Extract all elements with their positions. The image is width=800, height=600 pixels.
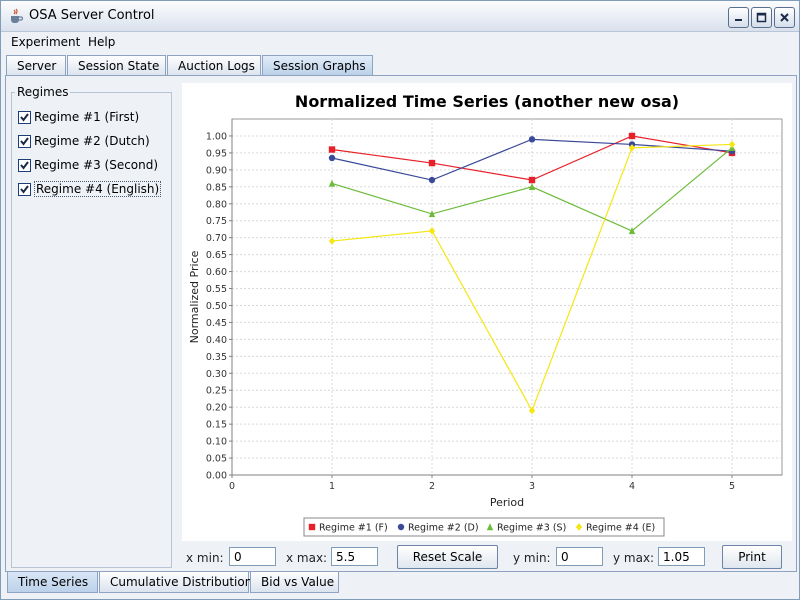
y-tick-label: 0.40 bbox=[206, 335, 227, 346]
main-window: OSA Server Control Experiment Help Serve… bbox=[0, 0, 800, 600]
legend-label-2: Regime #2 (D) bbox=[408, 523, 479, 534]
ymax-input[interactable] bbox=[658, 547, 705, 566]
tab-auction-logs-label: Auction Logs bbox=[178, 59, 255, 73]
maximize-icon bbox=[756, 12, 767, 23]
x-tick-label: 2 bbox=[429, 481, 435, 492]
y-tick-label: 0.35 bbox=[206, 352, 227, 363]
data-point-series-2 bbox=[328, 154, 336, 162]
x-tick-label: 3 bbox=[529, 481, 535, 492]
legend-marker-2 bbox=[397, 523, 405, 531]
tab-bid-vs-value[interactable]: Bid vs Value bbox=[250, 572, 339, 593]
tab-server[interactable]: Server bbox=[6, 55, 66, 76]
tab-session-state-label: Session State bbox=[78, 59, 160, 73]
regime-1-checkbox[interactable]: Regime #1 (First) bbox=[18, 109, 139, 125]
time-series-chart: 0.00 0.05 0.10 0.15 0.20 0.25 0.30 0.35 0.40 0.45… bbox=[188, 118, 783, 537]
menu-experiment-label: Experiment bbox=[11, 35, 81, 49]
x-axis-label: Period bbox=[490, 496, 524, 509]
ymin-label: y min: bbox=[513, 551, 551, 565]
y-tick-label: 0.65 bbox=[206, 250, 227, 261]
regime-4-checkbox[interactable]: Regime #4 (English) bbox=[18, 181, 162, 197]
x-tick-label: 1 bbox=[329, 481, 335, 492]
legend-label-1: Regime #1 (F) bbox=[319, 523, 388, 534]
chart-panel: Normalized Time Series (another new osa)… bbox=[182, 83, 792, 541]
regime-3-checkbox[interactable]: Regime #3 (Second) bbox=[18, 157, 158, 173]
legend-label-3: Regime #3 (S) bbox=[497, 523, 566, 534]
ymin-input[interactable] bbox=[556, 547, 603, 566]
title-bar[interactable]: OSA Server Control bbox=[1, 1, 799, 32]
y-tick-label: 0.55 bbox=[206, 284, 227, 295]
legend-label-4: Regime #4 (E) bbox=[586, 523, 655, 534]
xmin-input[interactable] bbox=[229, 547, 276, 566]
y-tick-label: 0.30 bbox=[206, 369, 227, 380]
y-tick-label: 0.25 bbox=[206, 386, 227, 397]
java-cup-icon bbox=[11, 8, 24, 23]
xmin-label: x min: bbox=[186, 551, 224, 565]
xmax-input[interactable] bbox=[331, 547, 378, 566]
y-tick-label: 0.85 bbox=[206, 182, 227, 193]
y-tick-label: 0.70 bbox=[206, 233, 227, 244]
checkbox-checked-icon bbox=[18, 134, 31, 148]
regime-3-label: Regime #3 (Second) bbox=[34, 158, 159, 172]
tab-bid-vs-value-label: Bid vs Value bbox=[261, 575, 335, 589]
regimes-title: Regimes bbox=[15, 85, 71, 99]
x-tick-label: 4 bbox=[629, 481, 635, 492]
plot-area bbox=[231, 118, 783, 476]
y-tick-label: 0.05 bbox=[206, 454, 227, 465]
y-tick-label: 0.15 bbox=[206, 420, 227, 431]
data-point-series-1 bbox=[528, 176, 536, 184]
y-tick-label: 0.50 bbox=[206, 301, 227, 312]
regime-2-checkbox[interactable]: Regime #2 (Dutch) bbox=[18, 133, 150, 149]
y-tick-label: 0.45 bbox=[206, 318, 227, 329]
data-point-series-2 bbox=[428, 176, 436, 184]
x-tick-label: 0 bbox=[229, 481, 235, 492]
tab-session-graphs-label: Session Graphs bbox=[273, 59, 366, 73]
y-tick-label: 0.75 bbox=[206, 216, 227, 227]
tab-session-graphs[interactable]: Session Graphs bbox=[262, 55, 373, 76]
checkbox-checked-icon bbox=[18, 158, 31, 172]
menu-help[interactable]: Help bbox=[86, 35, 117, 49]
tab-cumulative-distribution[interactable]: Cumulative Distribution bbox=[99, 572, 253, 593]
data-point-series-1 bbox=[328, 146, 336, 153]
y-tick-label: 0.20 bbox=[206, 403, 227, 414]
y-tick-label: 1.00 bbox=[206, 131, 227, 142]
regime-2-label: Regime #2 (Dutch) bbox=[34, 134, 150, 148]
xmax-label: x max: bbox=[286, 551, 328, 565]
y-tick-label: 0.80 bbox=[206, 199, 227, 210]
reset-scale-button[interactable]: Reset Scale bbox=[397, 545, 498, 569]
tab-auction-logs[interactable]: Auction Logs bbox=[167, 55, 261, 76]
y-tick-label: 0.60 bbox=[206, 267, 227, 278]
x-tick-label: 5 bbox=[729, 481, 735, 492]
tab-time-series[interactable]: Time Series bbox=[7, 572, 98, 593]
ymax-label: y max: bbox=[613, 551, 655, 565]
maximize-button[interactable] bbox=[751, 7, 772, 28]
regime-1-label: Regime #1 (First) bbox=[34, 110, 140, 124]
close-icon bbox=[780, 13, 789, 22]
regime-4-label: Regime #4 (English) bbox=[34, 181, 162, 197]
tab-time-series-label: Time Series bbox=[18, 575, 89, 589]
reset-scale-label: Reset Scale bbox=[412, 550, 483, 564]
y-axis-label: Normalized Price bbox=[188, 250, 201, 343]
y-tick-label: 0.10 bbox=[206, 437, 227, 448]
data-point-series-2 bbox=[528, 136, 536, 143]
tab-server-label: Server bbox=[17, 59, 57, 73]
menu-experiment[interactable]: Experiment bbox=[9, 35, 82, 49]
data-point-series-1 bbox=[428, 159, 436, 167]
tab-session-state[interactable]: Session State bbox=[67, 55, 166, 76]
minimize-button[interactable] bbox=[728, 7, 749, 28]
legend-marker-1 bbox=[308, 523, 316, 531]
print-button[interactable]: Print bbox=[722, 545, 782, 569]
window-title: OSA Server Control bbox=[29, 8, 155, 23]
print-label: Print bbox=[738, 550, 766, 564]
close-button[interactable] bbox=[774, 7, 795, 28]
checkbox-checked-icon bbox=[18, 110, 31, 124]
data-point-series-1 bbox=[628, 132, 636, 140]
tab-cumulative-distribution-label: Cumulative Distribution bbox=[110, 575, 253, 589]
y-tick-label: 0.90 bbox=[206, 165, 227, 176]
checkbox-checked-icon bbox=[18, 182, 31, 196]
menu-bar: Experiment Help bbox=[1, 32, 799, 54]
menu-help-label: Help bbox=[88, 35, 116, 49]
y-tick-label: 0.95 bbox=[206, 148, 227, 159]
y-tick-label: 0.00 bbox=[206, 471, 227, 482]
minimize-icon bbox=[735, 19, 742, 21]
